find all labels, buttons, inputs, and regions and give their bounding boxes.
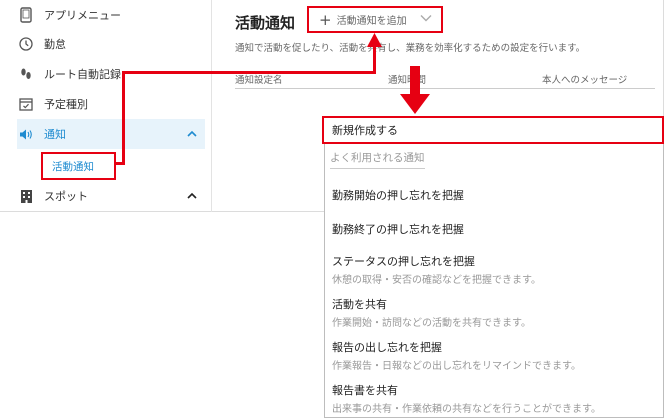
- calendar-check-icon: [17, 95, 35, 113]
- chevron-up-icon[interactable]: [187, 191, 197, 202]
- callout-connector: [122, 71, 376, 74]
- option-description: 作業報告・日報などの出し忘れをリマインドできます。: [332, 361, 581, 372]
- sidebar-item-label: 予定種別: [44, 98, 88, 111]
- sidebar-item-notifications[interactable]: 通知: [17, 119, 205, 149]
- option-title: 活動を共有: [332, 298, 387, 311]
- add-button-label: 活動通知を追加: [336, 16, 407, 27]
- footprints-icon: [17, 65, 35, 83]
- sidebar-item-label: 通知: [44, 128, 66, 141]
- sidebar-item-label: 勤怠: [44, 38, 66, 51]
- dropdown-option[interactable]: ステータスの押し忘れを把握 休憩の取得・安否の確認などを把握できます。: [332, 253, 541, 286]
- callout-connector: [373, 46, 376, 74]
- option-title: 勤務終了の押し忘れを把握: [332, 223, 464, 236]
- sidebar-subitem-label: 活動通知: [52, 160, 94, 173]
- column-header-message: 本人へのメッセージ: [542, 75, 628, 86]
- page-title: 活動通知: [235, 14, 296, 32]
- create-new-label: 新規作成する: [332, 124, 398, 137]
- sidebar-item-label: スポット: [44, 190, 88, 203]
- sidebar-item-attendance[interactable]: 勤怠: [17, 29, 205, 59]
- create-new-option[interactable]: 新規作成する: [322, 116, 664, 144]
- option-description: 休憩の取得・安否の確認などを把握できます。: [332, 275, 541, 286]
- callout-connector: [122, 71, 125, 165]
- building-icon: [17, 187, 35, 205]
- dropdown-option[interactable]: 勤務開始の押し忘れを把握: [332, 187, 464, 203]
- option-description: 作業開始・訪問などの活動を共有できます。: [332, 318, 531, 329]
- dropdown-option[interactable]: 報告の出し忘れを把握 作業報告・日報などの出し忘れをリマインドできます。: [332, 339, 581, 372]
- sidebar-item-schedule-type[interactable]: 予定種別: [17, 89, 205, 119]
- add-activity-notification-button[interactable]: + 活動通知を追加: [307, 6, 443, 33]
- dropdown-option[interactable]: 報告書を共有 出来事の共有・作業依頼の共有などを行うことができます。: [332, 382, 601, 415]
- dropdown-option[interactable]: 活動を共有 作業開始・訪問などの活動を共有できます。: [332, 296, 531, 329]
- speaker-icon: [17, 125, 35, 143]
- sidebar-item-spot[interactable]: スポット: [17, 181, 205, 211]
- sidebar-subitem-activity-notification[interactable]: 活動通知: [41, 152, 116, 180]
- sidebar-item-label: ルート自動記録: [44, 68, 121, 81]
- table-header-divider: [235, 88, 655, 89]
- chevron-down-icon: [420, 14, 432, 25]
- column-header-name: 通知設定名: [235, 75, 283, 86]
- sidebar-item-label: アプリメニュー: [44, 9, 121, 22]
- sidebar: アプリメニュー 勤怠 ルート自動記録 予定種別 通知 スポット: [0, 0, 212, 212]
- callout-arrow-icon: [367, 33, 382, 47]
- option-title: 報告の出し忘れを把握: [332, 341, 442, 354]
- frequent-notifications-label: よく利用される通知: [330, 150, 425, 169]
- down-arrow-icon: [400, 66, 430, 114]
- option-description: 出来事の共有・作業依頼の共有などを行うことができます。: [332, 404, 601, 415]
- sidebar-item-route-record[interactable]: ルート自動記録: [17, 59, 205, 89]
- option-title: 報告書を共有: [332, 384, 398, 397]
- option-title: 勤務開始の押し忘れを把握: [332, 189, 464, 202]
- page-description: 通知で活動を促したり、活動を共有し、業務を効率化するための設定を行います。: [235, 43, 586, 54]
- plus-icon: +: [319, 10, 332, 29]
- smartphone-icon: [17, 6, 35, 24]
- dropdown-option[interactable]: 勤務終了の押し忘れを把握: [332, 221, 464, 237]
- sidebar-item-app-menu[interactable]: アプリメニュー: [17, 0, 205, 30]
- clock-icon: [17, 35, 35, 53]
- option-title: ステータスの押し忘れを把握: [332, 255, 475, 268]
- chevron-up-icon[interactable]: [187, 129, 197, 140]
